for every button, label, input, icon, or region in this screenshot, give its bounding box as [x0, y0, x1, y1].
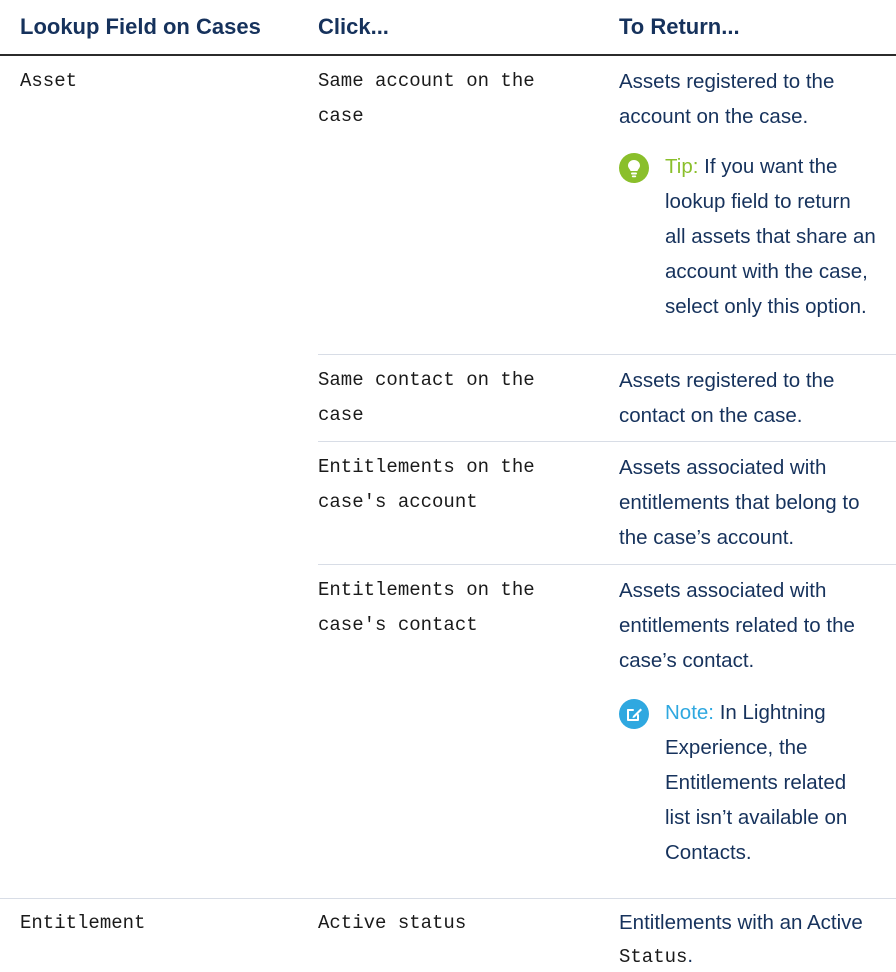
row-field-asset: Asset [20, 70, 78, 92]
row-click-entitlements-account: Entitlements on the case's account [318, 450, 535, 520]
pencil-square-icon [619, 699, 649, 729]
row-click-same-account: Same account on the case [318, 64, 535, 134]
click-line: case [318, 404, 364, 426]
row-click-entitlements-contact: Entitlements on the case's contact [318, 573, 535, 643]
row-divider [318, 564, 896, 565]
return-line: entitlements related to the [619, 614, 855, 637]
status-code: Status [619, 946, 688, 968]
return-line: contact on the case. [619, 404, 803, 427]
return-line: Status. [619, 939, 889, 972]
tip-label: Tip: [665, 155, 699, 178]
return-line: case’s contact. [619, 649, 755, 672]
return-line: the case’s account. [619, 526, 795, 549]
click-line: case [318, 105, 364, 127]
row-click-same-contact: Same contact on the case [318, 363, 535, 433]
return-line: account on the case. [619, 105, 809, 128]
tip-line: all assets that share an [665, 225, 876, 248]
row-return-active-status: Entitlements with an Active Status. [619, 906, 889, 972]
click-line: case's contact [318, 614, 478, 636]
tip-line: select only this option. [665, 295, 867, 318]
header-to-return: To Return... [619, 14, 740, 39]
lightbulb-icon [619, 153, 649, 183]
tip-callout: Tip: If you want the lookup field to ret… [619, 149, 895, 329]
row-return-same-contact: Assets registered to the contact on the … [619, 363, 889, 433]
click-line: Same contact on the [318, 369, 535, 391]
row-return-entitlements-account: Assets associated with entitlements that… [619, 450, 889, 555]
row-divider [0, 898, 896, 899]
return-line: Entitlements with an Active [619, 911, 863, 934]
note-line: Contacts. [665, 841, 752, 864]
table-header: Lookup Field on Cases Click... To Return… [0, 0, 896, 56]
note-line: list isn’t available on [665, 806, 848, 829]
return-line: Assets associated with [619, 456, 827, 479]
tip-line: account with the case, [665, 260, 868, 283]
note-line: Entitlements related [665, 771, 847, 794]
header-lookup-field: Lookup Field on Cases [20, 14, 261, 39]
note-body: Note: In Lightning Experience, the Entit… [665, 695, 895, 870]
row-divider [318, 441, 896, 442]
click-line: Entitlements on the [318, 579, 535, 601]
tip-body: Tip: If you want the lookup field to ret… [665, 149, 895, 324]
note-label: Note: [665, 701, 714, 724]
row-click-active-status: Active status [318, 912, 467, 934]
return-line: Assets associated with [619, 579, 827, 602]
row-field-entitlement: Entitlement [20, 912, 146, 934]
header-click: Click... [318, 14, 389, 39]
note-line: Experience, the [665, 736, 808, 759]
click-line: Same account on the [318, 70, 535, 92]
click-line: case's account [318, 491, 478, 513]
note-line: In Lightning [719, 701, 826, 724]
return-line: Assets registered to the [619, 369, 835, 392]
row-return-same-account: Assets registered to the account on the … [619, 64, 889, 134]
return-tail: . [687, 944, 694, 967]
return-line: Assets registered to the [619, 70, 835, 93]
click-line: Entitlements on the [318, 456, 535, 478]
return-line: entitlements that belong to [619, 491, 860, 514]
note-callout: Note: In Lightning Experience, the Entit… [619, 695, 895, 875]
tip-line: If you want the [704, 155, 838, 178]
tip-line: lookup field to return [665, 190, 851, 213]
row-divider [318, 354, 896, 355]
row-return-entitlements-contact: Assets associated with entitlements rela… [619, 573, 889, 678]
